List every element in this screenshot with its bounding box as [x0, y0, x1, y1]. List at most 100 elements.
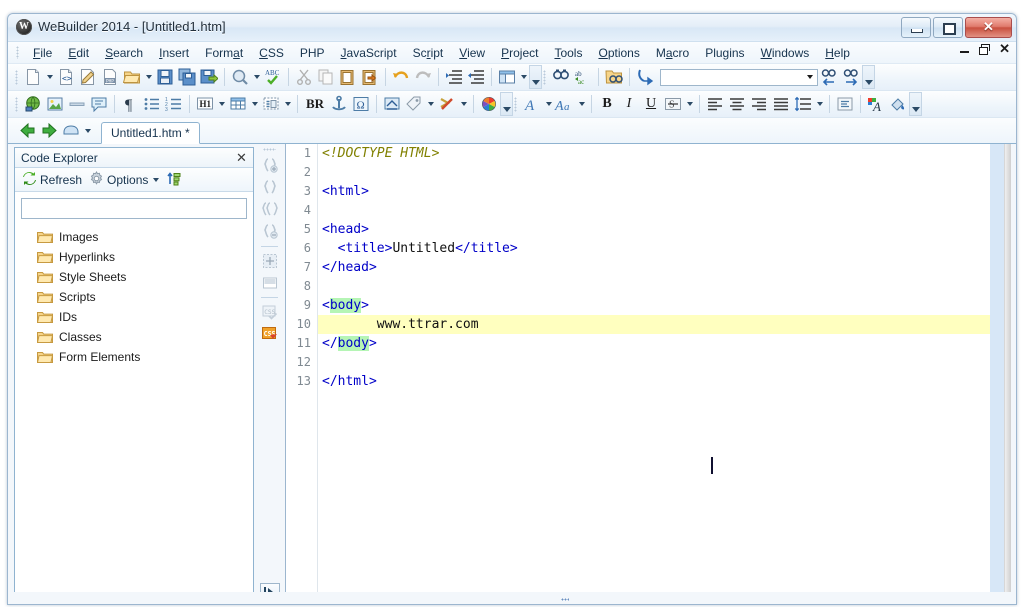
code-line[interactable] [318, 353, 990, 372]
align-left-icon[interactable] [704, 93, 726, 115]
window-list-dropdown[interactable] [82, 120, 93, 142]
goto-icon[interactable] [634, 66, 656, 88]
find-prev-icon[interactable] [818, 66, 840, 88]
font-style-dropdown[interactable] [576, 93, 587, 115]
find-icon[interactable] [550, 66, 572, 88]
toolbar-overflow-button-2[interactable] [862, 65, 875, 89]
code-line[interactable]: <title>Untitled</title> [318, 239, 990, 258]
paste-icon[interactable] [337, 66, 359, 88]
code-line[interactable]: <body> [318, 296, 990, 315]
font-style-icon[interactable]: Aa [554, 93, 576, 115]
code-line[interactable] [318, 201, 990, 220]
code-line[interactable] [318, 277, 990, 296]
quick-find-input[interactable] [660, 68, 818, 86]
menu-options[interactable]: Options [590, 44, 647, 62]
indent-icon[interactable] [443, 66, 465, 88]
layout-dropdown[interactable] [518, 66, 529, 88]
toolbar-overflow-button-4[interactable] [909, 92, 922, 116]
line-spacing-dropdown[interactable] [814, 93, 825, 115]
code-block-icon[interactable] [260, 273, 280, 293]
indent-block-icon[interactable] [834, 93, 856, 115]
layout-icon[interactable] [496, 66, 518, 88]
menu-search[interactable]: Search [97, 44, 151, 62]
undo-icon[interactable] [390, 66, 412, 88]
close-icon[interactable]: ✕ [234, 150, 249, 165]
menu-macro[interactable]: Macro [648, 44, 697, 62]
align-justify-icon[interactable] [770, 93, 792, 115]
line-spacing-icon[interactable] [792, 93, 814, 115]
window-list-icon[interactable] [60, 120, 82, 142]
form-dropdown[interactable] [282, 93, 293, 115]
refresh-button[interactable]: Refresh [20, 170, 84, 190]
toolbar-overflow-button[interactable] [529, 65, 542, 89]
css-snippet-icon[interactable]: CSS [260, 302, 280, 322]
menu-project[interactable]: Project [493, 44, 546, 62]
menu-css[interactable]: CSS [251, 44, 292, 62]
new-file-dropdown[interactable] [44, 66, 55, 88]
code-line[interactable]: <!DOCTYPE HTML> [318, 144, 990, 163]
close-button[interactable]: ✕ [965, 17, 1012, 38]
css-active-icon[interactable]: CSS [260, 324, 280, 344]
menu-tools[interactable]: Tools [546, 44, 590, 62]
quick-find-dropdown[interactable] [802, 70, 817, 85]
options-button[interactable]: Options [87, 170, 162, 190]
code-snippet-double-icon[interactable] [260, 200, 280, 220]
open-dropdown[interactable] [143, 66, 154, 88]
tab-untitled1[interactable]: Untitled1.htm * [101, 122, 200, 144]
code-line[interactable] [318, 163, 990, 182]
font-icon[interactable]: A [521, 93, 543, 115]
code-editor[interactable]: 1 2 3 4 5 6 7 8 9 10 11 12 13 <!DOCTYPE HTML> <html>… [285, 144, 1011, 604]
comment-icon[interactable] [88, 93, 110, 115]
script-dropdown[interactable] [458, 93, 469, 115]
tag-icon[interactable] [403, 93, 425, 115]
outdent-icon[interactable] [465, 66, 487, 88]
ordered-list-icon[interactable]: 123 [163, 93, 185, 115]
sort-button[interactable] [165, 170, 184, 190]
mdi-restore-button[interactable] [979, 44, 991, 55]
options-dropdown-icon[interactable] [151, 174, 160, 186]
special-char-icon[interactable]: Ω [350, 93, 372, 115]
mdi-minimize-button[interactable] [960, 45, 970, 53]
new-php-file-icon[interactable]: <> [55, 66, 77, 88]
line-break-button[interactable]: BR [302, 93, 328, 115]
save-all-icon[interactable] [176, 66, 198, 88]
meta-icon[interactable] [381, 93, 403, 115]
menu-view[interactable]: View [451, 44, 493, 62]
underline-button[interactable]: U [640, 93, 662, 115]
menu-plugins[interactable]: Plugins [697, 44, 752, 62]
code-line[interactable]: </head> [318, 258, 990, 277]
code-text-area[interactable]: <!DOCTYPE HTML> <html> <head> <title>Unt… [318, 144, 990, 604]
tree-item-style-sheets[interactable]: Style Sheets [15, 267, 253, 287]
bold-button[interactable]: B [596, 93, 618, 115]
cut-icon[interactable] [293, 66, 315, 88]
replace-icon[interactable]: ab ac [572, 66, 594, 88]
spellcheck-icon[interactable]: ABC [262, 66, 284, 88]
align-right-icon[interactable] [748, 93, 770, 115]
minimize-button[interactable] [901, 17, 931, 38]
paste-special-icon[interactable] [359, 66, 381, 88]
tree-item-classes[interactable]: Classes [15, 327, 253, 347]
menu-file[interactable]: File [25, 44, 60, 62]
menu-edit[interactable]: Edit [60, 44, 97, 62]
text-color-icon[interactable]: A [865, 93, 887, 115]
find-in-files-icon[interactable] [603, 66, 625, 88]
heading-icon[interactable]: H1 [194, 93, 216, 115]
menu-script[interactable]: Script [405, 44, 452, 62]
maximize-button[interactable] [933, 17, 963, 38]
form-icon[interactable] [260, 93, 282, 115]
preview-dropdown[interactable] [251, 66, 262, 88]
strikethrough-button[interactable]: S [662, 93, 684, 115]
align-center-icon[interactable] [726, 93, 748, 115]
menu-help[interactable]: Help [817, 44, 858, 62]
preview-icon[interactable] [229, 66, 251, 88]
new-edit-file-icon[interactable] [77, 66, 99, 88]
menu-php[interactable]: PHP [292, 44, 333, 62]
tree-item-images[interactable]: Images [15, 227, 253, 247]
open-folder-icon[interactable] [121, 66, 143, 88]
anchor-icon[interactable] [328, 93, 350, 115]
code-line[interactable]: www.ttrar.com [318, 315, 990, 334]
horizontal-rule-icon[interactable] [66, 93, 88, 115]
save-as-icon[interactable] [198, 66, 220, 88]
code-line[interactable]: </body> [318, 334, 990, 353]
tree-item-form-elements[interactable]: Form Elements [15, 347, 253, 367]
